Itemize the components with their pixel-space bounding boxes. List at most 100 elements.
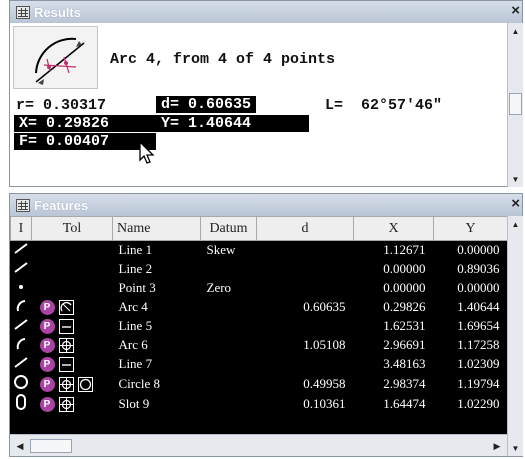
feature-y: 0.00000	[457, 242, 500, 258]
feature-datum	[201, 355, 257, 374]
x-value: X= 0.29826	[14, 115, 156, 132]
feature-x: 0.29826	[383, 299, 426, 314]
line-icon	[11, 355, 32, 374]
feature-x: 1.64474	[383, 395, 426, 411]
col-header-name[interactable]: Name	[112, 216, 201, 241]
results-title: Results	[34, 4, 81, 20]
point-icon	[11, 279, 32, 298]
feature-name: Circle 8	[118, 375, 161, 391]
slot-icon	[11, 393, 32, 414]
feature-datum	[201, 336, 257, 355]
feature-d: 0.10361	[303, 395, 346, 411]
col-header-i[interactable]: I	[10, 216, 32, 241]
arc-measure-icon	[13, 26, 98, 89]
form-value: F= 0.00407	[14, 133, 156, 150]
col-header-y[interactable]: Y	[433, 216, 507, 241]
tolerance-p-badge: P	[39, 300, 55, 316]
features-table: I Tol Name Datum d X Y Line 1 Skew 1.12671…	[10, 216, 507, 414]
results-scroll-thumb[interactable]	[509, 93, 522, 115]
feature-x: 3.48163	[383, 356, 426, 371]
feature-y: 0.00000	[457, 280, 500, 295]
table-row[interactable]: Point 3 Zero 0.00000 0.00000	[11, 279, 508, 298]
col-header-x[interactable]: X	[353, 216, 434, 241]
feature-datum	[201, 317, 257, 336]
table-row[interactable]: Line 2 0.00000 0.89036	[11, 260, 508, 279]
feature-y: 1.19794	[457, 375, 500, 391]
feature-name: Arc 6	[118, 337, 148, 352]
scroll-down-icon[interactable]: ▼	[508, 171, 523, 187]
feature-datum	[201, 260, 257, 279]
table-row[interactable]: Line 1 Skew 1.12671 0.00000	[11, 241, 508, 260]
table-row[interactable]: P Line 7 3.48163 1.02309	[11, 355, 508, 374]
feature-name: Slot 9	[118, 395, 150, 411]
window-grid-icon	[16, 5, 30, 19]
scroll-down-icon[interactable]: ▼	[508, 440, 523, 456]
table-row[interactable]: P Slot 9 0.10361 1.64474 1.02290	[11, 393, 508, 414]
features-hscrollbar[interactable]: ◀ ▶	[10, 434, 507, 456]
position-tolerance-icon	[58, 376, 74, 392]
feature-y: 0.89036	[457, 261, 500, 276]
circularity-tolerance-icon	[77, 376, 93, 392]
col-header-tol[interactable]: Tol	[31, 216, 113, 241]
position-tolerance-icon	[58, 338, 74, 354]
feature-d	[257, 279, 354, 298]
feature-d	[257, 241, 354, 260]
tolerance-cell: P	[32, 298, 113, 317]
scroll-right-icon[interactable]: ▶	[489, 438, 505, 454]
close-icon[interactable]: ×	[511, 1, 520, 21]
position-tolerance-icon	[58, 396, 74, 412]
table-row[interactable]: P Arc 6 1.05108 2.96691 1.17258	[11, 336, 508, 355]
feature-name: Line 7	[118, 356, 153, 371]
tolerance-cell	[32, 279, 113, 298]
col-header-d[interactable]: d	[256, 216, 354, 241]
feature-name: Line 5	[118, 318, 153, 333]
feature-datum: Zero	[206, 280, 232, 295]
tolerance-cell: P	[32, 317, 113, 336]
features-scrollbar[interactable]: ▲ ▼	[507, 216, 523, 456]
features-titlebar[interactable]: Features ×	[10, 194, 522, 216]
feature-x: 1.12671	[383, 242, 426, 258]
radius-value: r= 0.30317	[16, 97, 107, 114]
feature-d	[257, 355, 354, 374]
table-row[interactable]: P Circle 8 0.49958 2.98374 1.19794	[11, 374, 508, 394]
feature-datum	[201, 298, 257, 317]
results-scrollbar[interactable]: ▲ ▼	[507, 23, 523, 187]
table-row[interactable]: P Line 5 1.62531 1.69654	[11, 317, 508, 336]
scroll-up-icon[interactable]: ▲	[508, 216, 523, 232]
feature-x: 0.00000	[383, 280, 426, 295]
feature-x: 0.00000	[383, 261, 426, 276]
tolerance-cell	[32, 241, 113, 260]
tolerance-p-badge: P	[39, 338, 55, 354]
tolerance-cell: P	[32, 374, 113, 394]
line-icon	[11, 241, 32, 260]
feature-name: Line 1	[118, 242, 153, 258]
tolerance-p-badge: P	[39, 357, 55, 373]
features-hscroll-thumb[interactable]	[30, 439, 72, 453]
feature-x: 2.96691	[383, 337, 426, 352]
feature-name: Point 3	[118, 280, 156, 295]
feature-datum	[201, 394, 257, 414]
results-window: Results × Arc 4, from 4 of 4 points r= 0…	[9, 0, 523, 187]
angle-value: L= 62°57'46"	[325, 97, 443, 114]
scroll-left-icon[interactable]: ◀	[12, 438, 28, 454]
close-icon[interactable]: ×	[511, 194, 520, 214]
feature-d	[257, 317, 354, 336]
features-grid: I Tol Name Datum d X Y Line 1 Skew 1.12671…	[10, 216, 507, 434]
col-header-datum[interactable]: Datum	[200, 216, 257, 241]
table-row[interactable]: P Arc 4 0.60635 0.29826 1.40644	[11, 298, 508, 317]
scroll-up-icon[interactable]: ▲	[508, 23, 523, 39]
feature-y: 1.02309	[457, 356, 500, 371]
feature-y: 1.02290	[457, 395, 500, 411]
feature-name: Arc 4	[118, 299, 148, 314]
feature-d	[257, 260, 354, 279]
feature-name: Line 2	[118, 261, 153, 276]
tolerance-p-badge: P	[39, 319, 55, 335]
window-grid-icon	[16, 198, 30, 212]
feature-d: 1.05108	[303, 337, 346, 352]
profile-tolerance-icon	[58, 300, 74, 316]
feature-y: 1.17258	[457, 337, 500, 352]
results-titlebar[interactable]: Results ×	[10, 1, 522, 23]
arc-icon	[11, 298, 32, 317]
feature-datum: Skew	[206, 242, 236, 258]
result-heading: Arc 4, from 4 of 4 points	[110, 51, 336, 68]
